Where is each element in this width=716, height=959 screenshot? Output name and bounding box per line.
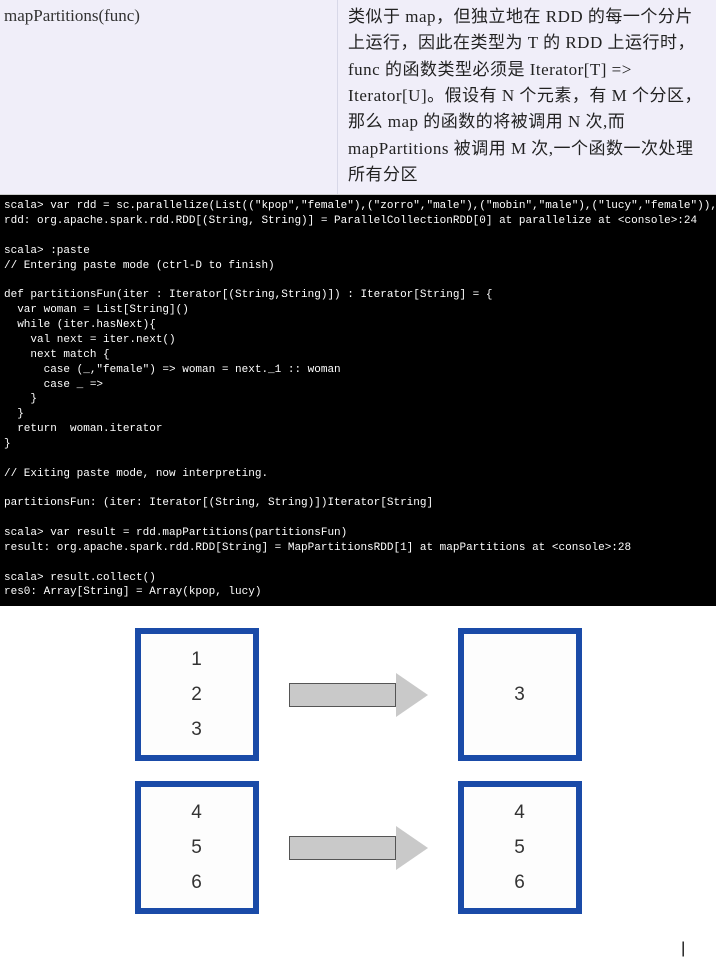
result-box: 3 [458, 628, 582, 761]
source-box: 4 5 6 [135, 781, 259, 914]
scala-terminal: scala> var rdd = sc.parallelize(List(("k… [0, 195, 716, 606]
box-value: 3 [191, 719, 202, 741]
box-value: 5 [514, 837, 525, 859]
method-desc-cell: 类似于 map，但独立地在 RDD 的每一个分片上运行，因此在类型为 T 的 R… [338, 0, 716, 194]
source-box: 1 2 3 [135, 628, 259, 761]
diagram-row: 1 2 3 3 [0, 628, 716, 761]
box-value: 3 [514, 684, 525, 706]
partition-diagram: 1 2 3 3 4 5 6 4 5 6 [0, 606, 716, 940]
box-value: 1 [191, 649, 202, 671]
box-value: 6 [191, 872, 202, 894]
arrow-icon [289, 826, 428, 870]
definition-table: mapPartitions(func) 类似于 map，但独立地在 RDD 的每… [0, 0, 716, 195]
method-name-cell: mapPartitions(func) [0, 0, 338, 194]
box-value: 5 [191, 837, 202, 859]
box-value: 2 [191, 684, 202, 706]
box-value: 4 [514, 802, 525, 824]
text-cursor: | [0, 940, 716, 958]
arrow-icon [289, 673, 428, 717]
box-value: 6 [514, 872, 525, 894]
diagram-row: 4 5 6 4 5 6 [0, 781, 716, 914]
result-box: 4 5 6 [458, 781, 582, 914]
box-value: 4 [191, 802, 202, 824]
